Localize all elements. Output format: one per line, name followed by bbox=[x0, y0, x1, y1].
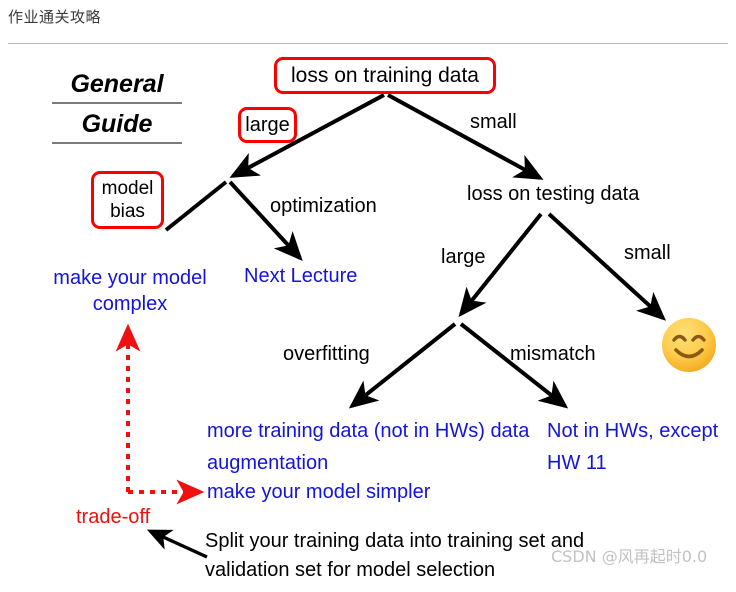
leaf-more-training-data: more training data (not in HWs) data aug… bbox=[207, 420, 530, 475]
edge-label-optimization: optimization bbox=[270, 195, 377, 217]
slide-heading-line1: General bbox=[52, 68, 182, 104]
edge-label-overfitting: overfitting bbox=[283, 343, 370, 365]
node-model-bias-line1: model bbox=[101, 177, 154, 199]
label-trade-off: trade-off bbox=[76, 506, 151, 528]
page-title: 作业通关攻略 bbox=[8, 8, 102, 26]
edge-label-small-training: small bbox=[470, 111, 517, 133]
node-large-training: large bbox=[238, 107, 297, 143]
edge-label-small-testing: small bbox=[624, 242, 671, 264]
csdn-watermark: CSDN @风再起时0.0 bbox=[551, 547, 708, 566]
node-loss-on-testing-data: loss on testing data bbox=[467, 183, 640, 205]
leaf-next-lecture: Next Lecture bbox=[244, 265, 358, 287]
smiley-face-icon bbox=[662, 318, 716, 372]
leaf-make-model-simpler: make your model simpler bbox=[207, 481, 431, 503]
node-large-training-label: large bbox=[245, 113, 290, 136]
leaf-not-in-hws: Not in HWs, except HW 11 bbox=[547, 420, 719, 475]
node-model-bias-line2: bias bbox=[110, 201, 145, 222]
edge-label-large-testing: large bbox=[441, 246, 486, 268]
slide-page: 作业通关攻略 General Guide loss on training da… bbox=[0, 0, 736, 592]
node-model-bias: model bias bbox=[91, 171, 164, 229]
header-divider bbox=[8, 43, 728, 44]
slide-heading: General Guide bbox=[52, 68, 182, 148]
slide-heading-line2: Guide bbox=[52, 108, 182, 144]
node-loss-on-training-data: loss on training data bbox=[274, 57, 496, 94]
edge-label-mismatch: mismatch bbox=[510, 343, 596, 365]
node-loss-on-training-data-label: loss on training data bbox=[291, 63, 479, 87]
page-header: 作业通关攻略 bbox=[0, 0, 736, 44]
leaf-make-model-complex: make your model complex bbox=[53, 267, 207, 316]
